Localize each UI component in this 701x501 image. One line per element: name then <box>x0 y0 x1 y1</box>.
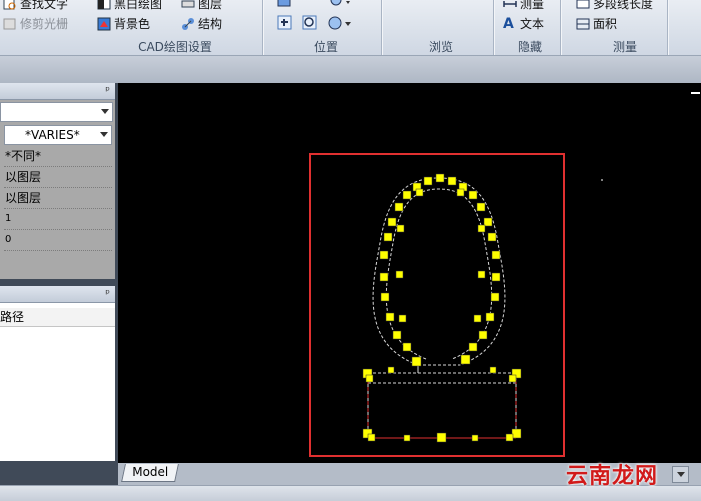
tank-outline <box>367 364 517 438</box>
black-white-draw-button[interactable]: 黑白绘图 <box>97 0 162 12</box>
find-text-button[interactable]: 查找文字 <box>3 0 68 12</box>
color-dropdown[interactable]: *VARIES* <box>4 125 112 145</box>
zoom-options-icon[interactable] <box>327 15 353 34</box>
zoom-extents-icon[interactable] <box>277 0 293 11</box>
zoom-window-icon[interactable] <box>302 15 318 34</box>
ribbon-separator <box>560 0 561 55</box>
layer-button[interactable]: 图层 <box>181 0 222 12</box>
property-layer-lineweight[interactable]: 以图层 <box>4 188 112 209</box>
group-label-measure: 测量 <box>612 40 637 54</box>
property-layer-linetype[interactable]: 以图层 <box>4 167 112 188</box>
zoom-dropdown-icon[interactable] <box>330 0 352 11</box>
group-label-position: 位置 <box>313 40 338 54</box>
measure-icon <box>503 0 517 11</box>
black-white-icon <box>97 0 111 11</box>
group-label-cad-settings: CAD绘图设置 <box>138 40 212 54</box>
ribbon-separator <box>381 0 382 55</box>
tab-model[interactable]: Model <box>121 464 179 482</box>
ribbon-toolbar: 查找文字 修剪光栅 黑白绘图 背景色 图层 结构 CAD绘图设置 位置 浏览 测… <box>0 0 701 56</box>
area-button[interactable]: 面积 <box>576 15 617 32</box>
find-text-icon <box>3 0 17 11</box>
polyline-length-icon <box>576 0 590 11</box>
selection-rectangle <box>309 153 565 457</box>
object-type-dropdown[interactable] <box>0 102 113 122</box>
properties-panel-titlebar: ᵖ <box>0 83 115 100</box>
area-icon <box>576 17 590 31</box>
quick-access-strip <box>0 56 701 83</box>
group-label-browse: 浏览 <box>428 40 453 54</box>
structure-button[interactable]: 结构 <box>181 15 222 32</box>
layer-icon <box>181 0 195 11</box>
ribbon-separator <box>262 0 263 55</box>
polyline-length-button[interactable]: 多段线长度 <box>576 0 653 12</box>
background-color-button[interactable]: 背景色 <box>97 15 150 32</box>
color-value: *VARIES* <box>25 128 80 142</box>
pan-icon[interactable] <box>277 15 293 34</box>
stray-point <box>601 179 603 181</box>
pin-icon[interactable]: ᵖ <box>105 84 110 97</box>
pin-icon[interactable]: ᵖ <box>105 287 110 300</box>
measure-button[interactable]: 测量 <box>503 0 544 12</box>
chevron-down-icon <box>101 109 109 114</box>
chevron-down-icon <box>100 132 108 137</box>
watermark-logo: 云南龙网 <box>566 464 659 489</box>
text-button[interactable]: A 文本 <box>503 15 544 32</box>
path-column-header[interactable]: 路径 <box>0 308 115 327</box>
background-color-icon <box>97 17 111 31</box>
ribbon-separator <box>667 0 668 55</box>
property-linetype[interactable]: *不同* <box>4 146 112 167</box>
trim-raster-button[interactable]: 修剪光栅 <box>3 15 68 32</box>
tab-scroll-button[interactable] <box>672 466 689 483</box>
toilet-drawing <box>309 92 700 457</box>
layers-panel: ᵖ 路径 <box>0 286 115 461</box>
structure-icon <box>181 17 195 31</box>
drawing-canvas[interactable] <box>118 83 701 463</box>
layers-panel-titlebar: ᵖ <box>0 286 115 303</box>
property-thickness[interactable]: 0 <box>4 230 112 251</box>
ribbon-separator <box>493 0 494 55</box>
group-label-hide: 隐藏 <box>517 40 542 54</box>
chevron-down-icon <box>677 472 685 477</box>
trim-raster-icon <box>3 17 17 31</box>
property-scale[interactable]: 1 <box>4 209 112 230</box>
text-icon: A <box>503 15 514 32</box>
